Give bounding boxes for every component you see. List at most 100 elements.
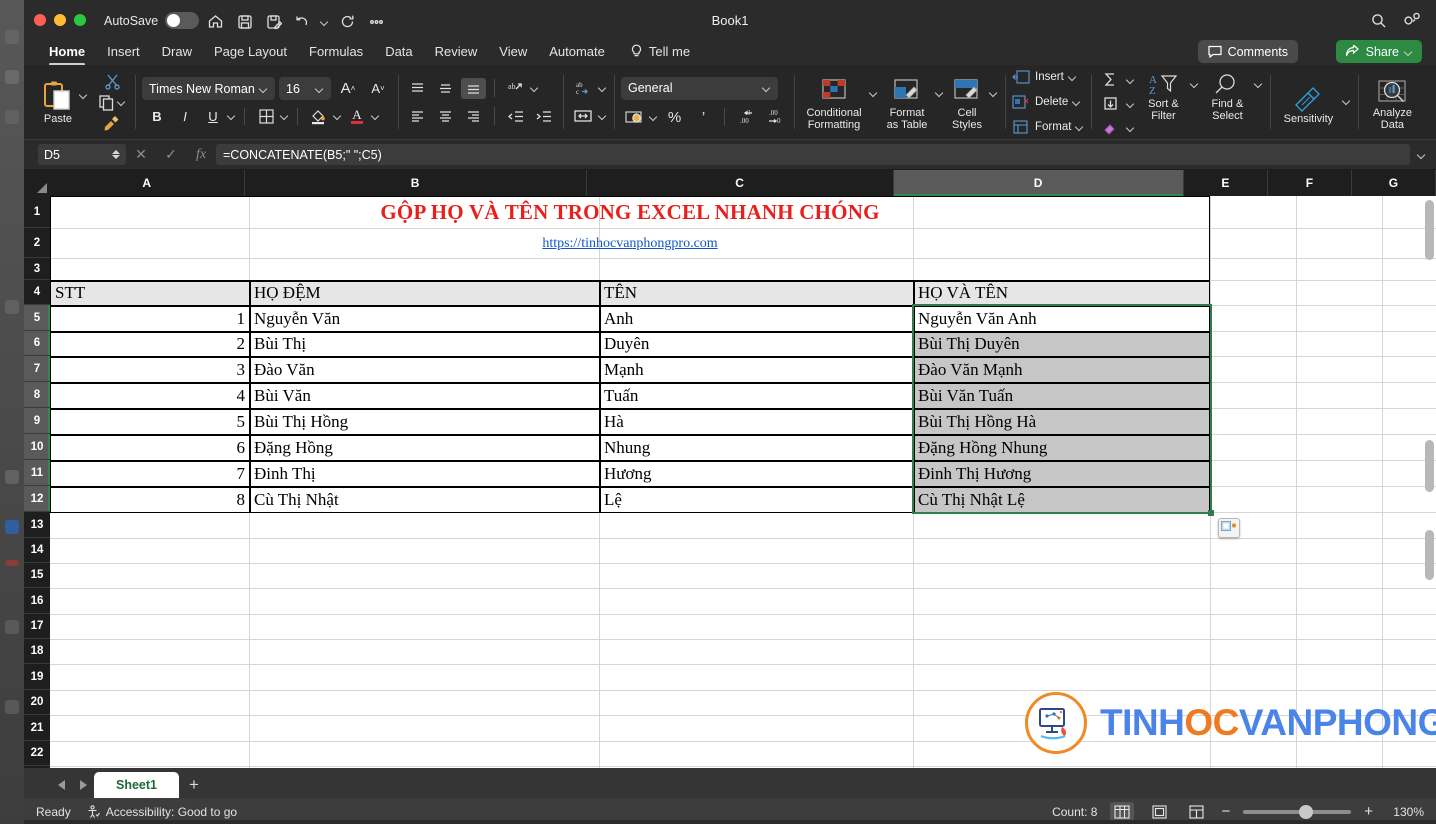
home-icon[interactable] bbox=[202, 11, 229, 32]
share-chevron-down-icon[interactable] bbox=[1405, 48, 1413, 56]
more-icon[interactable] bbox=[363, 11, 390, 32]
cell-C7[interactable]: Mạnh bbox=[600, 357, 913, 382]
decrease-decimal-icon[interactable]: .00 0 bbox=[762, 107, 787, 128]
share-button[interactable]: Share bbox=[1335, 40, 1422, 63]
font-name-select[interactable]: Times New Roman bbox=[142, 77, 275, 100]
delete-chevron-down-icon[interactable] bbox=[1073, 98, 1081, 106]
format-painter-icon[interactable] bbox=[101, 114, 123, 132]
paste-button[interactable]: Paste bbox=[36, 79, 80, 125]
decrease-indent-button[interactable] bbox=[503, 106, 528, 127]
row-header-8[interactable]: 8 bbox=[24, 382, 50, 408]
vertical-scrollbar[interactable] bbox=[1425, 200, 1434, 762]
row-header-15[interactable]: 15 bbox=[24, 563, 50, 588]
comments-button[interactable]: Comments bbox=[1197, 40, 1298, 63]
format-chevron-down-icon[interactable] bbox=[1076, 123, 1084, 131]
cell-C12[interactable]: Lệ bbox=[600, 487, 913, 512]
header-cell-ho-dem[interactable]: HỌ ĐỆM bbox=[250, 281, 599, 305]
format-as-table-button[interactable]: Format as Table bbox=[881, 77, 933, 131]
autosave-toggle[interactable] bbox=[165, 12, 200, 29]
row-header-14[interactable]: 14 bbox=[24, 538, 50, 563]
row-header-17[interactable]: 17 bbox=[24, 614, 50, 639]
copy-chevron-down-icon[interactable] bbox=[118, 98, 126, 106]
column-header-F[interactable]: F bbox=[1268, 170, 1352, 196]
maximize-button[interactable] bbox=[74, 14, 86, 26]
formula-expand-chevron-down-icon[interactable] bbox=[1418, 151, 1426, 159]
align-right-button[interactable] bbox=[461, 106, 486, 127]
zoom-out-button[interactable]: − bbox=[1221, 803, 1230, 820]
confirm-icon[interactable]: ✓ bbox=[156, 146, 186, 163]
cell-D12[interactable]: Cù Thị Nhật Lệ bbox=[914, 487, 1210, 512]
cell-B8[interactable]: Bùi Văn bbox=[250, 383, 599, 408]
cell-B5[interactable]: Nguyễn Văn bbox=[250, 306, 599, 331]
clear-icon[interactable] bbox=[1098, 117, 1123, 138]
cell-A12[interactable]: 8 bbox=[51, 487, 249, 512]
page-layout-view-button[interactable] bbox=[1147, 802, 1171, 820]
row-header-19[interactable]: 19 bbox=[24, 664, 50, 690]
underline-chevron-down-icon[interactable] bbox=[228, 112, 236, 120]
close-button[interactable] bbox=[34, 14, 46, 26]
tab-page-layout[interactable]: Page Layout bbox=[203, 40, 298, 64]
cell-C5[interactable]: Anh bbox=[600, 306, 913, 331]
undo-dropdown-chevron-icon[interactable] bbox=[318, 11, 332, 32]
autosave-control[interactable]: AutoSave bbox=[104, 12, 200, 29]
accounting-format-icon[interactable] bbox=[621, 107, 646, 128]
tab-review[interactable]: Review bbox=[424, 40, 489, 64]
underline-button[interactable]: U bbox=[200, 105, 226, 127]
cell-A6[interactable]: 2 bbox=[51, 332, 249, 356]
row-header-16[interactable]: 16 bbox=[24, 588, 50, 614]
page-break-preview-button[interactable] bbox=[1184, 802, 1208, 820]
title-cell[interactable]: GỘP HỌ VÀ TÊN TRONG EXCEL NHANH CHÓNG bbox=[51, 197, 1209, 228]
row-header-1[interactable]: 1 bbox=[24, 196, 50, 228]
italic-button[interactable]: I bbox=[172, 105, 198, 127]
cell-A11[interactable]: 7 bbox=[51, 461, 249, 486]
row-header-3[interactable]: 3 bbox=[24, 258, 50, 280]
row-header-21[interactable]: 21 bbox=[24, 715, 50, 741]
cell-D11[interactable]: Đinh Thị Hương bbox=[914, 461, 1210, 486]
cell-A7[interactable]: 3 bbox=[51, 357, 249, 382]
borders-icon[interactable] bbox=[253, 105, 279, 127]
sort-filter-button[interactable]: A Z Sort & Filter bbox=[1140, 66, 1186, 122]
row-header-10[interactable]: 10 bbox=[24, 434, 50, 460]
row-header-4[interactable]: 4 bbox=[24, 280, 50, 305]
align-left-button[interactable] bbox=[405, 106, 430, 127]
select-all-corner[interactable] bbox=[24, 170, 50, 196]
sensitivity-chevron-down-icon[interactable] bbox=[1343, 97, 1351, 105]
fill-icon[interactable] bbox=[1098, 93, 1123, 114]
cell-D7[interactable]: Đào Văn Mạnh bbox=[914, 357, 1210, 382]
merge-cells-icon[interactable] bbox=[570, 106, 595, 127]
increase-decimal-icon[interactable]: .00 0 bbox=[733, 107, 758, 128]
add-sheet-button[interactable]: + bbox=[179, 772, 209, 798]
sensitivity-button[interactable]: Sensitivity bbox=[1277, 85, 1339, 125]
cell-D6[interactable]: Bùi Thị Duyên bbox=[914, 332, 1210, 356]
row-header-6[interactable]: 6 bbox=[24, 331, 50, 356]
next-sheet-button[interactable] bbox=[72, 772, 94, 798]
fx-icon[interactable]: fx bbox=[186, 147, 216, 163]
previous-sheet-button[interactable] bbox=[50, 772, 72, 798]
cell-B10[interactable]: Đặng Hồng bbox=[250, 435, 599, 460]
zoom-slider[interactable] bbox=[1243, 804, 1352, 819]
wrap-text-icon[interactable]: ab c bbox=[570, 78, 595, 99]
header-cell-ho-va-ten[interactable]: HỌ VÀ TÊN bbox=[914, 281, 1210, 305]
redo-icon[interactable] bbox=[334, 11, 361, 32]
align-bottom-button[interactable] bbox=[461, 77, 486, 99]
bold-button[interactable]: B bbox=[144, 105, 170, 127]
row-header-5[interactable]: 5 bbox=[24, 305, 50, 331]
zoom-level[interactable]: 130% bbox=[1386, 805, 1424, 819]
search-icon[interactable] bbox=[1370, 12, 1387, 34]
cell-C9[interactable]: Hà bbox=[600, 409, 913, 434]
name-box-stepper[interactable] bbox=[112, 150, 120, 159]
row-header-20[interactable]: 20 bbox=[24, 690, 50, 715]
cut-icon[interactable] bbox=[101, 72, 123, 90]
cell-B9[interactable]: Bùi Thị Hồng bbox=[250, 409, 599, 434]
tab-draw[interactable]: Draw bbox=[151, 40, 203, 64]
autosum-chevron-down-icon[interactable] bbox=[1127, 76, 1135, 84]
row-header-18[interactable]: 18 bbox=[24, 639, 50, 664]
name-box[interactable]: D5 bbox=[38, 144, 126, 165]
cell-C6[interactable]: Duyên bbox=[600, 332, 913, 356]
cell-C10[interactable]: Nhung bbox=[600, 435, 913, 460]
header-cell-ten[interactable]: TÊN bbox=[600, 281, 913, 305]
cell-D8[interactable]: Bùi Văn Tuấn bbox=[914, 383, 1210, 408]
font-name-chevron-down-icon[interactable] bbox=[260, 85, 268, 93]
cell-D9[interactable]: Bùi Thị Hồng Hà bbox=[914, 409, 1210, 434]
decrease-font-size-button[interactable]: A ˅ bbox=[365, 78, 391, 100]
